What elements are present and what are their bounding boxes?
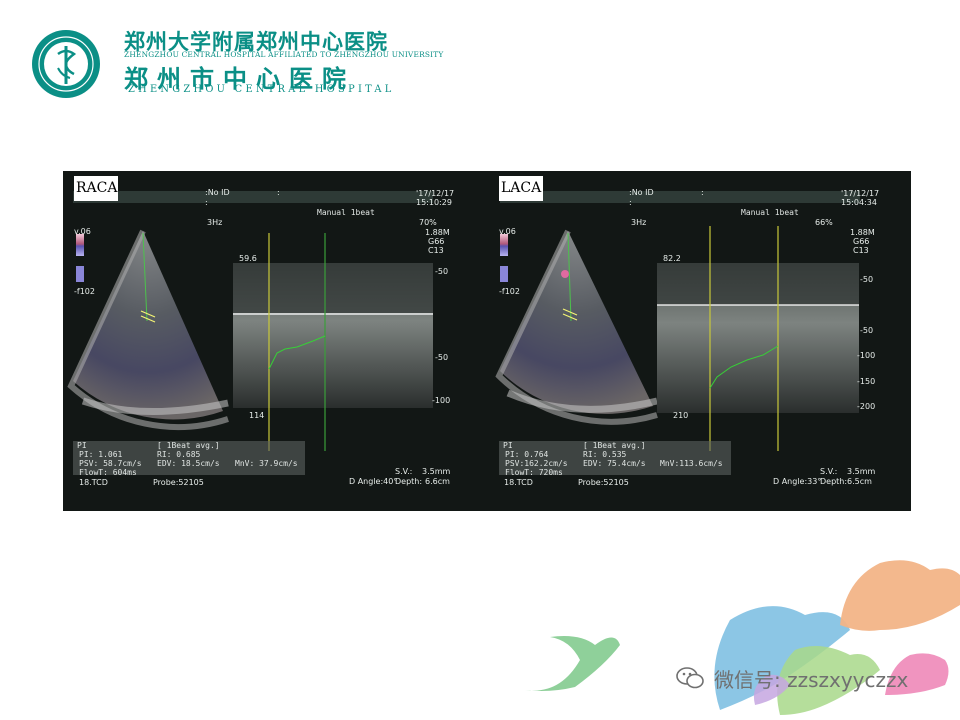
sv-left: S.V.: (395, 467, 413, 476)
gain-left: 70% (419, 218, 437, 227)
ri-left: RI: 0.685 (157, 450, 201, 459)
time-left: 15:10:29 (416, 198, 452, 207)
freq-left: 3Hz (207, 218, 223, 227)
bottom-value-left: 114 (249, 411, 265, 420)
avg-note-left: [ 1Beat avg.] (157, 441, 220, 450)
color-scale-top-right: v.06 (499, 227, 516, 236)
freq-right: 3Hz (631, 218, 647, 227)
vessel-label-left: RACA (74, 176, 118, 201)
psv-left: PSV: 58.7cm/s (79, 459, 142, 468)
scale-max-right: 82.2 (663, 254, 681, 263)
edv-left: EDV: 18.5cm/s (157, 459, 220, 468)
depth-right: Depth: (820, 477, 848, 486)
hospital-name-en: ZHENGZHOU CENTRAL HOSPITAL AFFILIATED TO… (124, 50, 444, 59)
depth-left: Depth: (395, 477, 423, 486)
avg-note-right: [ 1Beat avg.] (583, 441, 646, 450)
probe-freq-right: 1.88M (850, 228, 875, 237)
sv-right: S.V.: (820, 467, 838, 476)
depth-val-left: 6.6cm (425, 477, 450, 486)
color-scale-top-left: v.06 (74, 227, 91, 236)
scale-max-left: 59.6 (239, 254, 257, 263)
patient-id-left: :No ID (205, 188, 230, 197)
vessel-label-right: LACA (499, 176, 543, 201)
date-right: '17/12/17 (841, 189, 880, 198)
scale-mark-right-4: -200 (857, 402, 876, 411)
c-right: C13 (853, 246, 869, 255)
mnv-left: MnV: 37.9cm/s (235, 459, 298, 468)
scale-mark-right-2: -100 (857, 351, 876, 360)
depth-val-right: 6.5cm (847, 477, 872, 486)
ginkgo-leaves-decoration (525, 560, 960, 715)
mode-left: Manual 1beat (317, 208, 375, 217)
colon-left-2: : (277, 188, 280, 197)
hospital-emblem-icon (32, 30, 100, 98)
hospital-short-name-en: ZHENGZHOU CENTRAL HOSPITAL (128, 84, 395, 95)
colon-right-2: : (701, 188, 704, 197)
date-left: '17/12/17 (416, 189, 455, 198)
scale-mark-left-0: -50 (435, 267, 449, 276)
psv-right: PSV:162.2cm/s (505, 459, 568, 468)
time-right: 15:04:34 (841, 198, 877, 207)
g-right: G66 (853, 237, 870, 246)
angle-right: D Angle:33° (773, 477, 822, 486)
scale-mark-right-3: -150 (857, 377, 876, 386)
sv-val-left: 3.5mm (422, 467, 451, 476)
scale-mark-right-0: -50 (860, 275, 874, 284)
ri-right: RI: 0.535 (583, 450, 627, 459)
wechat-icon (676, 667, 704, 689)
mnv-right: MnV:113.6cm/s (660, 459, 723, 468)
angle-left: D Angle:40° (349, 477, 398, 486)
c-left: C13 (428, 246, 444, 255)
patient-id-right: :No ID (629, 188, 654, 197)
color-scale-bottom-left: -f102 (74, 287, 95, 296)
flowt-right: FlowT: 720ms (505, 468, 563, 477)
pi-header-left: PI (77, 441, 87, 450)
scale-mark-right-1: -50 (860, 326, 874, 335)
pi-right: PI: 0.764 (505, 450, 549, 459)
preset-left: 18.TCD (79, 478, 108, 487)
edv-right: EDV: 75.4cm/s (583, 459, 646, 468)
scale-mark-left-2: -100 (432, 396, 451, 405)
preset-right: 18.TCD (504, 478, 533, 487)
bottom-value-right: 210 (673, 411, 689, 420)
probe-freq-left: 1.88M (425, 228, 450, 237)
pi-left: PI: 1.061 (79, 450, 123, 459)
probe-right: Probe:52105 (578, 478, 629, 487)
colon-right-3: : (629, 198, 632, 207)
colon-left-3: : (205, 198, 208, 207)
color-scale-bottom-right: -f102 (499, 287, 520, 296)
gain-right: 66% (815, 218, 833, 227)
mode-right: Manual 1beat (741, 208, 799, 217)
sv-val-right: 3.5mm (847, 467, 876, 476)
probe-left: Probe:52105 (153, 478, 204, 487)
scale-mark-left-1: -50 (435, 353, 449, 362)
flowt-left: FlowT: 604ms (79, 468, 137, 477)
wechat-id-text: 微信号: zzszxyyczzx (714, 668, 909, 692)
tcd-ultrasound-image: RACA :No ID : : '17/12/17 15:10:29 Manua… (63, 171, 911, 511)
g-left: G66 (428, 237, 445, 246)
pi-header-right: PI (503, 441, 513, 450)
